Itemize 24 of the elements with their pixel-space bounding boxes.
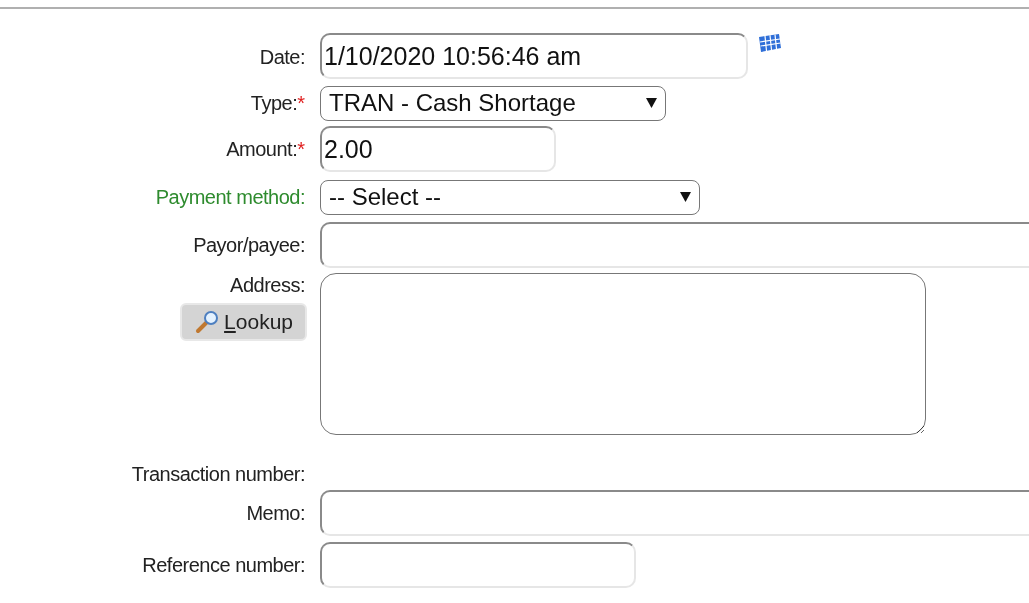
field-label: Address: [230,273,305,297]
field-label: Payor/payee: [193,233,305,257]
text-field[interactable] [320,222,1029,268]
dropdown-arrow-icon [680,192,691,202]
field-label: Memo: [246,501,305,525]
required-mark: * [297,137,305,161]
text-field[interactable]: 1/10/2020 10:56:46 am [320,33,748,79]
magnifier-icon [194,309,221,335]
calendar-icon[interactable] [758,33,782,53]
dropdown[interactable]: TRAN - Cash Shortage [320,85,666,121]
field-label: Amount: [226,137,298,161]
address-field[interactable] [320,273,926,435]
text-field[interactable] [320,490,1029,536]
field-label: Date: [259,45,305,69]
dropdown[interactable]: -- Select -- [320,179,700,215]
lookup-button[interactable]: Lookup [180,303,307,341]
required-mark: * [297,91,305,115]
text-field[interactable]: 2.00 [320,126,556,172]
field-label: Reference number: [142,553,305,577]
field-label: Type: [250,91,298,115]
field-label: Transaction number: [131,462,305,486]
text-field[interactable] [320,542,636,588]
field-label: Payment method: [155,185,305,209]
dropdown-arrow-icon [646,98,657,108]
